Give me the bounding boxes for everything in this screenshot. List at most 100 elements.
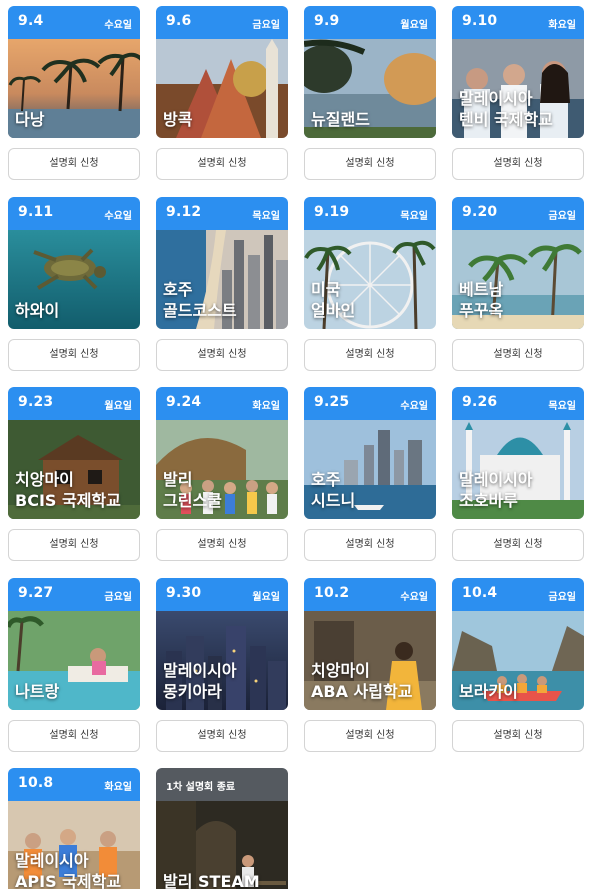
- session-banner[interactable]: 9.23 월요일 치앙마이 BCIS 국제학교: [8, 387, 140, 519]
- session-weekday: 수요일: [104, 20, 132, 31]
- session-date: 9.23: [18, 394, 54, 410]
- session-banner[interactable]: 9.27 금요일 나트랑: [8, 578, 140, 710]
- destination-line: ABA 사립학교: [311, 682, 413, 701]
- destination-line: 치앙마이: [311, 661, 370, 680]
- destination-line: 나트랑: [15, 682, 60, 701]
- apply-briefing-button[interactable]: 설명회 신청: [452, 339, 584, 371]
- session-date: 9.9: [314, 13, 340, 29]
- destination-line: 말레이시아: [163, 661, 237, 680]
- destination-name: 뉴질랜드: [311, 109, 370, 130]
- destination-line: 푸꾸옥: [459, 301, 504, 320]
- session-banner[interactable]: 9.25 수요일 호주시드니: [304, 387, 436, 519]
- apply-briefing-button[interactable]: 설명회 신청: [8, 339, 140, 371]
- session-date: 9.27: [18, 585, 54, 601]
- destination-line: 시드니: [311, 491, 356, 510]
- destination-name: 방콕: [163, 109, 192, 130]
- apply-briefing-button[interactable]: 설명회 신청: [8, 529, 140, 561]
- destination-photo: 치앙마이 ABA 사립학교: [304, 611, 436, 710]
- session-weekday: 목요일: [252, 211, 280, 222]
- session-weekday: 수요일: [400, 401, 428, 412]
- apply-briefing-button[interactable]: 설명회 신청: [304, 720, 436, 752]
- session-weekday: 화요일: [104, 782, 132, 793]
- destination-name: 말레이시아몽키아라: [163, 660, 237, 702]
- apply-briefing-button[interactable]: 설명회 신청: [452, 529, 584, 561]
- destination-photo: 발리 그린스쿨: [156, 420, 288, 519]
- destination-name: 발리 그린스쿨: [163, 469, 222, 511]
- apply-briefing-button[interactable]: 설명회 신청: [304, 339, 436, 371]
- session-banner[interactable]: 9.24 화요일 발리 그린스쿨: [156, 387, 288, 519]
- apply-briefing-button[interactable]: 설명회 신청: [156, 148, 288, 180]
- destination-photo: 다낭: [8, 39, 140, 138]
- session-date: 9.20: [462, 204, 498, 220]
- apply-briefing-button[interactable]: 설명회 신청: [156, 529, 288, 561]
- destination-photo: 발리 STEAM: [156, 801, 288, 889]
- destination-photo: 치앙마이 BCIS 국제학교: [8, 420, 140, 519]
- session-weekday: 목요일: [400, 211, 428, 222]
- apply-briefing-button[interactable]: 설명회 신청: [8, 148, 140, 180]
- destination-name: 보라카이: [459, 681, 518, 702]
- session-banner[interactable]: 9.20 금요일 베트남 푸꾸옥: [452, 197, 584, 329]
- destination-line: 말레이시아: [15, 851, 89, 870]
- destination-photo: 호주시드니: [304, 420, 436, 519]
- apply-briefing-button[interactable]: 설명회 신청: [304, 148, 436, 180]
- session-date: 9.10: [462, 13, 498, 29]
- date-header: 9.10 화요일: [452, 6, 584, 39]
- session-banner[interactable]: 9.4 수요일 다낭: [8, 6, 140, 138]
- session-banner[interactable]: 9.9 월요일 뉴질랜드: [304, 6, 436, 138]
- session-weekday: 월요일: [104, 401, 132, 412]
- date-header: 9.4 수요일: [8, 6, 140, 39]
- session-banner[interactable]: 10.4 금요일 보라카이: [452, 578, 584, 710]
- session-banner[interactable]: 9.10 화요일 말레이시아 텐비 국제학교: [452, 6, 584, 138]
- session-banner[interactable]: 9.6 금요일 방콕: [156, 6, 288, 138]
- apply-briefing-button[interactable]: 설명회 신청: [452, 148, 584, 180]
- destination-photo: 나트랑: [8, 611, 140, 710]
- session-date: 9.24: [166, 394, 202, 410]
- apply-briefing-button[interactable]: 설명회 신청: [156, 720, 288, 752]
- destination-photo: 베트남 푸꾸옥: [452, 230, 584, 329]
- session-banner[interactable]: 9.12 목요일 호주 골드코스트: [156, 197, 288, 329]
- session-date: 9.30: [166, 585, 202, 601]
- session-date: 10.8: [18, 775, 54, 791]
- destination-line: 몽키아라: [163, 682, 222, 701]
- session-date: 10.2: [314, 585, 350, 601]
- destination-line: 조호바루: [459, 491, 518, 510]
- session-banner[interactable]: 9.11 수요일 하와이: [8, 197, 140, 329]
- session-banner[interactable]: 10.2 수요일 치앙마이 ABA 사립학교: [304, 578, 436, 710]
- session-date: 9.25: [314, 394, 350, 410]
- destination-name: 다낭: [15, 109, 44, 130]
- ended-header: 1차 설명회 종료: [156, 768, 288, 801]
- session-weekday: 월요일: [252, 592, 280, 603]
- destination-name: 치앙마이 BCIS 국제학교: [15, 469, 121, 511]
- destination-name: 나트랑: [15, 681, 59, 702]
- destination-line: 발리: [163, 470, 193, 489]
- destination-line: 말레이시아: [459, 470, 533, 489]
- destination-line: 말레이시아: [459, 89, 533, 108]
- destination-photo: 방콕: [156, 39, 288, 138]
- date-header: 9.12 목요일: [156, 197, 288, 230]
- destination-line: 보라카이: [459, 682, 518, 701]
- destination-line: 다낭: [15, 110, 45, 129]
- destination-line: 방콕: [163, 110, 193, 129]
- destination-line: 미국: [311, 280, 341, 299]
- destination-name: 말레이시아조호바루: [459, 469, 533, 511]
- destination-name: 말레이시아 APIS 국제학교: [15, 850, 121, 889]
- destination-photo: 말레이시아 APIS 국제학교: [8, 801, 140, 889]
- destination-name: 발리 STEAM: [163, 871, 260, 889]
- apply-briefing-button[interactable]: 설명회 신청: [156, 339, 288, 371]
- apply-briefing-button[interactable]: 설명회 신청: [452, 720, 584, 752]
- destination-line: 얼바인: [311, 301, 356, 320]
- apply-briefing-button[interactable]: 설명회 신청: [8, 720, 140, 752]
- destination-line: 호주: [311, 470, 341, 489]
- apply-briefing-button[interactable]: 설명회 신청: [304, 529, 436, 561]
- destination-line: BCIS 국제학교: [15, 491, 121, 510]
- destination-name: 호주시드니: [311, 469, 355, 511]
- session-banner[interactable]: 10.8 화요일 말레이시아 APIS 국제학교: [8, 768, 140, 889]
- session-banner[interactable]: 9.19 목요일 미국얼바인: [304, 197, 436, 329]
- session-banner[interactable]: 9.26 목요일 말레이시아 조호바루: [452, 387, 584, 519]
- date-header: 10.2 수요일: [304, 578, 436, 611]
- destination-photo: 말레이시아몽키아라: [156, 611, 288, 710]
- session-weekday: 금요일: [104, 592, 132, 603]
- session-banner[interactable]: 1차 설명회 종료 발리 STEAM: [156, 768, 288, 889]
- session-date: 9.19: [314, 204, 350, 220]
- session-banner[interactable]: 9.30 월요일 말레이시아몽키아라: [156, 578, 288, 710]
